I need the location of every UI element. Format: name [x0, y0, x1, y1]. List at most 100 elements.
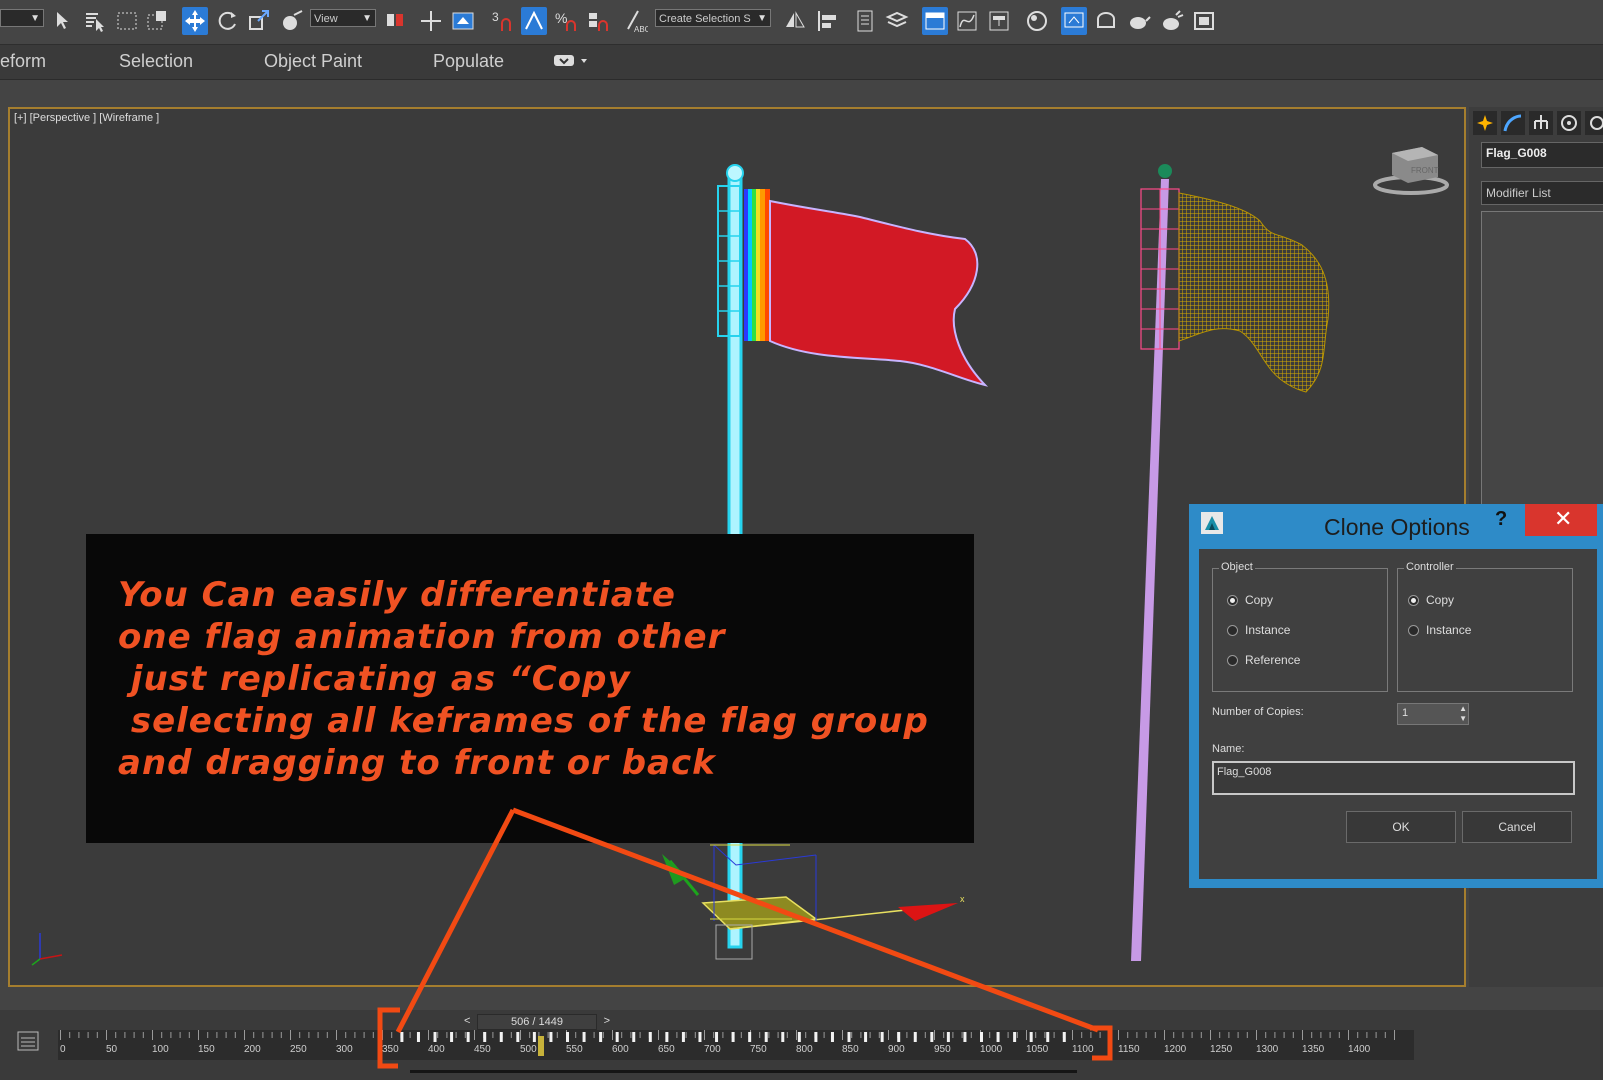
controller-instance-radio[interactable]: Instance — [1408, 623, 1471, 637]
display-tab-icon[interactable] — [1585, 111, 1603, 135]
percent-snap-button[interactable]: % — [553, 7, 579, 35]
tick-mark — [455, 1032, 457, 1038]
curve-editor-button[interactable] — [954, 7, 980, 35]
tab-populate[interactable]: Populate — [433, 51, 504, 72]
selection-filter-dropdown[interactable]: ▼ — [0, 9, 44, 27]
ok-button[interactable]: OK — [1346, 811, 1456, 843]
object-instance-radio[interactable]: Instance — [1227, 623, 1290, 637]
tick-mark — [869, 1032, 871, 1038]
hierarchy-tab-icon[interactable] — [1529, 111, 1553, 135]
render-production-button[interactable] — [1125, 7, 1151, 35]
object-name-field[interactable]: Flag_G008 — [1481, 142, 1603, 168]
copies-spinner[interactable]: 1 ▲ ▼ — [1397, 703, 1469, 725]
tick-mark — [1256, 1030, 1257, 1040]
mirror-icon — [786, 11, 805, 28]
edit-named-selection-button[interactable]: ABC — [622, 7, 648, 35]
cancel-button[interactable]: Cancel — [1462, 811, 1572, 843]
reference-coordinate-value: View — [314, 13, 338, 25]
tick-mark — [124, 1032, 126, 1038]
help-button[interactable]: ? — [1495, 508, 1507, 531]
toggle-layer-explorer-button[interactable] — [884, 7, 910, 35]
object-instance-label: Instance — [1245, 623, 1291, 637]
spinner-arrows-icon[interactable]: ▲ ▼ — [1459, 704, 1467, 724]
tick-label: 250 — [290, 1044, 307, 1055]
keyframe-marker — [532, 1032, 536, 1042]
mirror-button[interactable] — [782, 7, 808, 35]
viewcube-front-label: FRONT — [1411, 166, 1439, 175]
controller-copy-radio[interactable]: Copy — [1408, 593, 1454, 607]
tick-mark — [271, 1032, 273, 1038]
right-flag-pole[interactable] — [1131, 164, 1180, 961]
name-input[interactable]: Flag_G008 — [1212, 761, 1575, 795]
dashed-rectangle-icon — [117, 12, 137, 30]
select-cursor-icon — [57, 12, 68, 29]
ribbon-options-button[interactable] — [554, 54, 588, 73]
render-setup-button[interactable] — [1061, 7, 1087, 35]
angle-snap-button[interactable] — [521, 7, 547, 35]
named-selection-sets-dropdown[interactable]: Create Selection S ▼ — [655, 9, 771, 27]
select-object-button[interactable] — [50, 7, 76, 35]
tick-mark — [1265, 1032, 1267, 1038]
modifier-list-dropdown[interactable]: Modifier List — [1481, 181, 1603, 205]
current-frame-indicator[interactable] — [538, 1036, 544, 1056]
keyframe-marker — [416, 1032, 420, 1042]
tab-selection[interactable]: Selection — [119, 51, 193, 72]
object-copy-radio[interactable]: Copy — [1227, 593, 1273, 607]
red-flag[interactable] — [744, 189, 989, 387]
keyboard-shortcut-override-button[interactable] — [450, 7, 476, 35]
align-button[interactable] — [814, 7, 840, 35]
move-arrows-icon — [185, 10, 205, 32]
keyframe-marker — [880, 1032, 884, 1042]
schematic-view-button[interactable] — [986, 7, 1012, 35]
teapot-cloud-icon — [1163, 10, 1184, 30]
viewcube-icon[interactable]: FRONT — [1373, 147, 1449, 195]
tick-mark — [1173, 1032, 1175, 1038]
main-toolbar: ▼ View ▼ 3 % ABC Create Selection S ▼ — [0, 0, 1603, 45]
select-by-name-button[interactable] — [82, 7, 108, 35]
ribbon-tabs: eform Selection Object Paint Populate — [0, 45, 1603, 80]
tick-mark — [1375, 1032, 1377, 1038]
radio-icon — [1227, 655, 1238, 667]
toggle-scene-explorer-button[interactable] — [852, 7, 878, 35]
svg-text:ABC: ABC — [634, 25, 648, 34]
keyframe-marker — [665, 1032, 669, 1042]
tick-mark — [428, 1030, 429, 1040]
move-gizmo[interactable]: x — [662, 844, 965, 960]
tab-freeform[interactable]: eform — [0, 51, 46, 72]
tick-mark — [1366, 1032, 1368, 1038]
snaps-toggle-button[interactable]: 3 — [490, 7, 516, 35]
rotate-button[interactable] — [214, 7, 240, 35]
yellow-wireframe-flag[interactable] — [1178, 192, 1330, 393]
close-button[interactable]: ✕ — [1525, 504, 1597, 536]
material-editor-button[interactable] — [1024, 7, 1050, 35]
rect-region-button[interactable] — [114, 7, 140, 35]
select-manipulate-button[interactable] — [418, 7, 444, 35]
tick-label: 0 — [60, 1044, 66, 1055]
placement-button[interactable] — [278, 7, 304, 35]
tick-label: 400 — [428, 1044, 445, 1055]
create-tab-icon[interactable] — [1473, 111, 1497, 135]
tick-mark — [96, 1032, 98, 1038]
ribbon-options-icon — [554, 55, 587, 66]
rendered-frame-window-button[interactable] — [1093, 7, 1119, 35]
spinner-snap-button[interactable] — [585, 7, 611, 35]
keyframe-marker — [483, 1032, 487, 1042]
tab-object-paint[interactable]: Object Paint — [264, 51, 362, 72]
radio-selected-icon — [1408, 595, 1419, 607]
move-button[interactable] — [182, 7, 208, 35]
pivot-center-button[interactable] — [382, 7, 408, 35]
motion-tab-icon[interactable] — [1557, 111, 1581, 135]
modify-tab-icon[interactable] — [1501, 111, 1525, 135]
render-in-cloud-button[interactable] — [1158, 7, 1184, 35]
tick-label: 1000 — [980, 1044, 1003, 1055]
gallery-icon — [1194, 12, 1214, 30]
reference-coordinate-dropdown[interactable]: View ▼ — [310, 9, 376, 27]
a360-gallery-button[interactable] — [1191, 7, 1217, 35]
toggle-ribbon-button[interactable] — [922, 7, 948, 35]
keyframe-markers — [400, 1032, 1066, 1042]
tick-mark — [216, 1032, 218, 1038]
window-crossing-button[interactable] — [144, 7, 170, 35]
scale-button[interactable] — [246, 7, 272, 35]
tick-mark — [952, 1032, 954, 1038]
object-reference-radio[interactable]: Reference — [1227, 653, 1300, 667]
